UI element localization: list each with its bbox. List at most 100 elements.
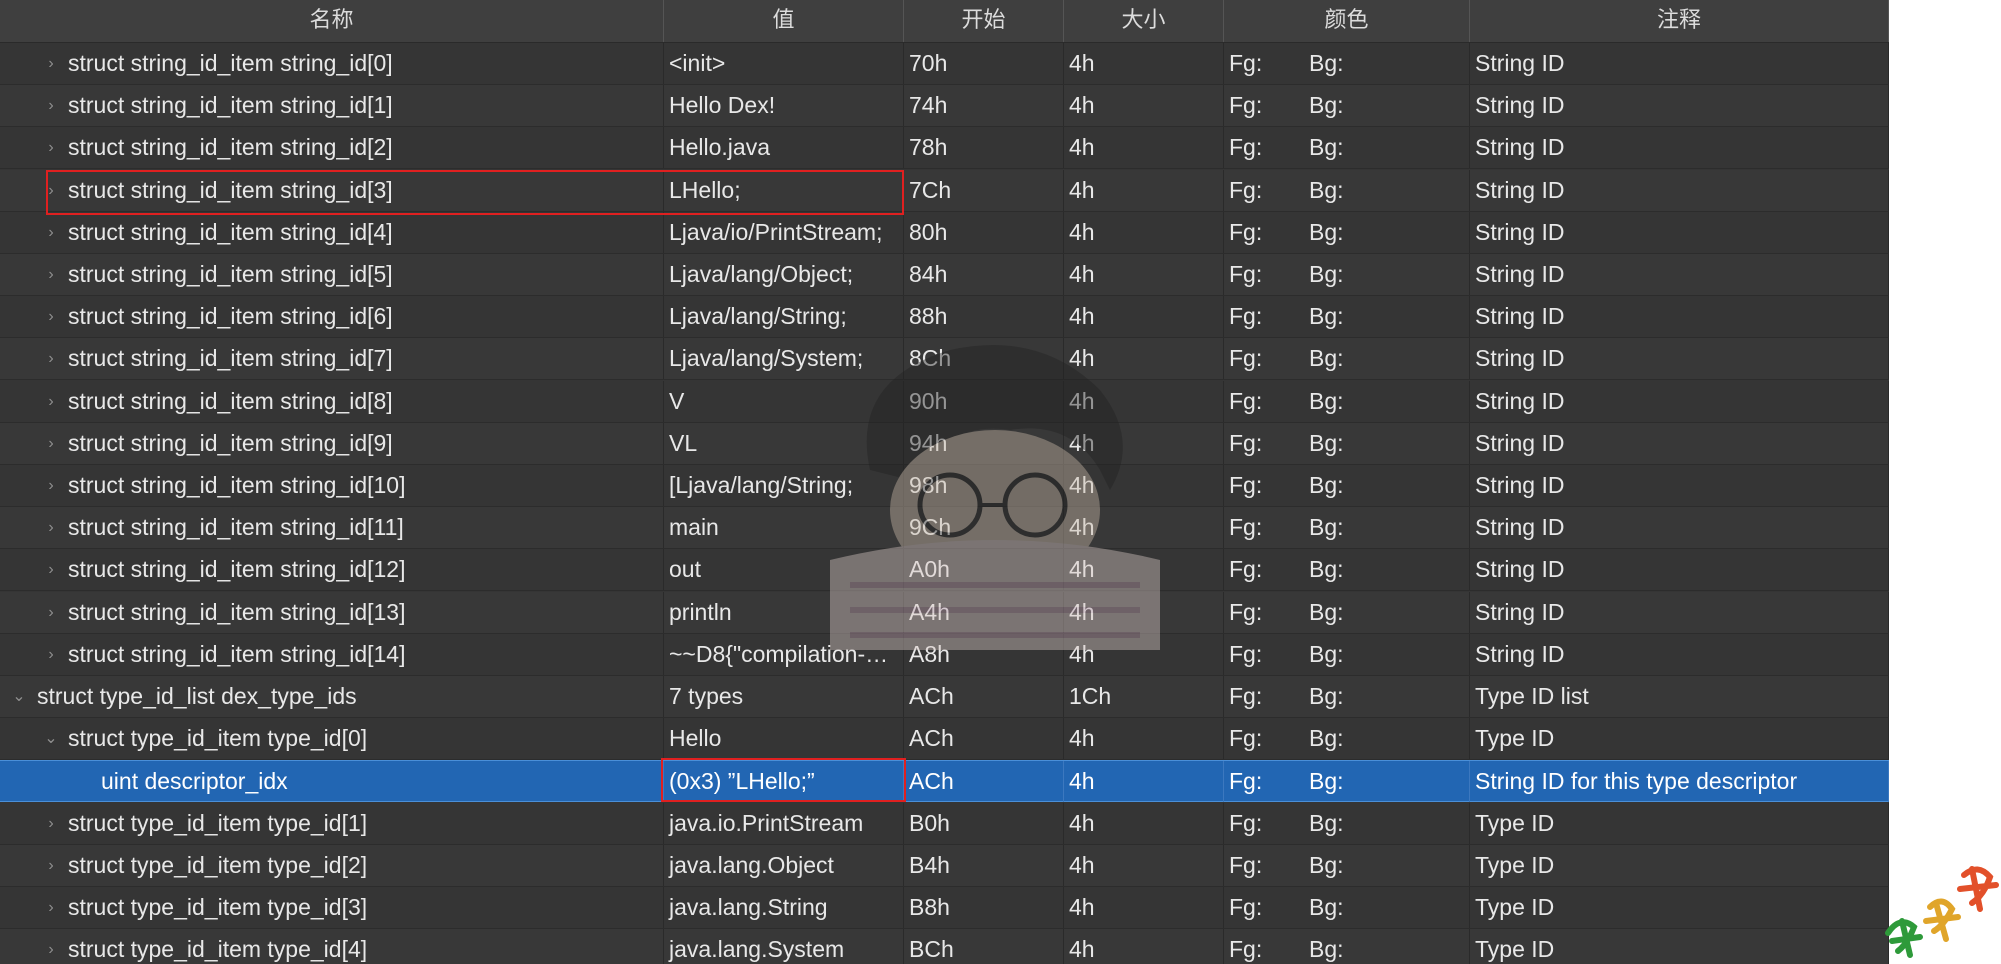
name-cell: › struct type_id_item type_id[4] — [0, 929, 664, 964]
start-cell: 8Ch — [904, 338, 1064, 380]
tree-row[interactable]: › struct type_id_item type_id[1] java.io.P… — [0, 802, 1889, 845]
start-cell: 94h — [904, 422, 1064, 464]
name-cell: › struct string_id_item string_id[3] — [0, 169, 664, 211]
template-results-panel: 名称 值 开始 大小 颜色 注释 › struct string_id_item … — [0, 0, 1889, 964]
start-cell: 84h — [904, 254, 1064, 295]
tree-row[interactable]: › struct type_id_item type_id[2] java.lang… — [0, 844, 1889, 887]
size-cell: 1Ch — [1064, 676, 1224, 717]
comment-cell: String ID — [1470, 380, 1889, 422]
expand-chevron-right-icon[interactable]: › — [44, 423, 58, 464]
column-header-size[interactable]: 大小 — [1064, 0, 1224, 42]
bg-color-cell: Bg: — [1304, 85, 1470, 127]
size-cell: 4h — [1064, 591, 1224, 633]
value-cell: Ljava/lang/String; — [664, 296, 904, 338]
tree-row[interactable]: › struct string_id_item string_id[6] Ljava… — [0, 296, 1889, 339]
tree-row[interactable]: › struct string_id_item string_id[7] Ljava… — [0, 338, 1889, 381]
column-header-comment[interactable]: 注释 — [1470, 0, 1889, 42]
name-cell: › struct string_id_item string_id[10] — [0, 465, 664, 506]
size-cell: 4h — [1064, 887, 1224, 928]
tree-row[interactable]: › struct string_id_item string_id[9] VL 94h… — [0, 422, 1889, 465]
tree-row[interactable]: › struct type_id_item type_id[4] java.lang… — [0, 929, 1889, 964]
tree-row[interactable]: › struct string_id_item string_id[13] prin… — [0, 591, 1889, 634]
comment-cell: Type ID — [1470, 929, 1889, 964]
expand-chevron-right-icon[interactable]: › — [44, 803, 58, 844]
bg-color-cell: Bg: — [1304, 591, 1470, 633]
expand-chevron-right-icon[interactable]: › — [44, 634, 58, 675]
expand-chevron-right-icon[interactable]: › — [44, 507, 58, 548]
tree-row[interactable]: ⌄ struct type_id_list dex_type_ids 7 types… — [0, 676, 1889, 718]
tree-row[interactable]: › struct string_id_item string_id[1] Hello… — [0, 85, 1889, 128]
name-cell: › struct string_id_item string_id[11] — [0, 507, 664, 549]
tree-row[interactable]: › struct string_id_item string_id[0] <init… — [0, 43, 1889, 85]
size-cell: 4h — [1064, 761, 1224, 803]
size-cell: 4h — [1064, 254, 1224, 295]
comment-cell: String ID — [1470, 591, 1889, 633]
tree-row[interactable]: › struct string_id_item string_id[11] main… — [0, 507, 1889, 550]
name-cell: ⌄ struct type_id_item type_id[0] — [0, 718, 664, 760]
expand-chevron-down-icon[interactable]: ⌄ — [44, 718, 58, 759]
size-cell: 4h — [1064, 507, 1224, 549]
fg-color-cell: Fg: — [1229, 768, 1263, 795]
expand-chevron-right-icon[interactable]: › — [44, 465, 58, 506]
name-text: struct string_id_item string_id[12] — [68, 556, 406, 583]
expand-chevron-right-icon[interactable]: › — [44, 212, 58, 253]
name-text: struct string_id_item string_id[2] — [68, 134, 393, 161]
expand-chevron-right-icon[interactable]: › — [44, 845, 58, 886]
tree-row[interactable]: › struct type_id_item type_id[3] java.lang… — [0, 887, 1889, 929]
name-cell: › struct string_id_item string_id[6] — [0, 296, 664, 338]
value-cell: 7 types — [664, 676, 904, 717]
expand-chevron-right-icon[interactable]: › — [44, 338, 58, 379]
name-cell: › struct type_id_item type_id[2] — [0, 844, 664, 886]
fg-color-cell: Fg: — [1229, 936, 1263, 963]
bg-color-cell: Bg: — [1304, 43, 1470, 84]
column-header-start[interactable]: 开始 — [904, 0, 1064, 42]
expand-chevron-right-icon[interactable]: › — [44, 381, 58, 422]
expand-chevron-right-icon[interactable]: › — [44, 85, 58, 126]
column-header-value[interactable]: 值 — [664, 0, 904, 42]
expand-chevron-right-icon[interactable]: › — [44, 170, 58, 211]
tree-row[interactable]: › struct string_id_item string_id[10] [Lja… — [0, 465, 1889, 507]
tree-row-selected[interactable]: uint descriptor_idx (0x3) ”LHello;” ACh 4h F… — [0, 760, 1889, 803]
column-header-name[interactable]: 名称 — [0, 0, 664, 42]
expand-chevron-right-icon[interactable]: › — [44, 254, 58, 295]
name-cell: › struct type_id_item type_id[1] — [0, 802, 664, 844]
expand-chevron-down-icon[interactable]: ⌄ — [12, 676, 26, 717]
tree-row[interactable]: › struct string_id_item string_id[14] ~~D8… — [0, 633, 1889, 676]
value-cell: Hello — [664, 718, 904, 760]
name-text: struct string_id_item string_id[11] — [68, 514, 404, 541]
tree-row[interactable]: › struct string_id_item string_id[3] LHell… — [0, 169, 1889, 212]
tree-row[interactable]: › struct string_id_item string_id[2] Hello… — [0, 127, 1889, 170]
value-cell: Ljava/io/PrintStream; — [664, 211, 904, 253]
start-cell: B4h — [904, 844, 1064, 886]
expand-chevron-right-icon[interactable]: › — [44, 592, 58, 633]
expand-chevron-right-icon[interactable]: › — [44, 549, 58, 590]
comment-cell: String ID — [1470, 296, 1889, 338]
value-cell: VL — [664, 422, 904, 464]
fg-color-cell: Fg: — [1229, 851, 1263, 878]
value-cell: out — [664, 549, 904, 591]
tree-row[interactable]: › struct string_id_item string_id[5] Ljava… — [0, 254, 1889, 296]
tree-row[interactable]: › struct string_id_item string_id[12] out A… — [0, 549, 1889, 592]
name-cell: › struct string_id_item string_id[9] — [0, 422, 664, 464]
expand-chevron-right-icon[interactable]: › — [44, 887, 58, 928]
tree-row[interactable]: › struct string_id_item string_id[8] V 90h 4… — [0, 380, 1889, 423]
comment-cell: Type ID list — [1470, 676, 1889, 717]
expand-chevron-right-icon[interactable]: › — [44, 929, 58, 964]
size-cell: 4h — [1064, 718, 1224, 760]
expand-chevron-right-icon[interactable]: › — [44, 127, 58, 168]
value-cell: ~~D8{"compilation-mode" — [664, 633, 904, 675]
comment-cell: String ID for this type descriptor — [1470, 761, 1889, 803]
tree-row[interactable]: ⌄ struct type_id_item type_id[0] Hello ACh 4… — [0, 718, 1889, 761]
column-header-color[interactable]: 颜色 — [1224, 0, 1470, 42]
value-cell: [Ljava/lang/String; — [664, 465, 904, 506]
comment-cell: String ID — [1470, 465, 1889, 506]
start-cell: A0h — [904, 549, 1064, 591]
expand-chevron-right-icon[interactable]: › — [44, 296, 58, 337]
name-text: struct type_id_item type_id[0] — [68, 725, 368, 752]
name-text: struct type_id_item type_id[3] — [68, 894, 368, 920]
comment-cell: String ID — [1470, 549, 1889, 591]
start-cell: ACh — [904, 718, 1064, 760]
value-cell: java.lang.Object — [664, 844, 904, 886]
expand-chevron-right-icon[interactable]: › — [44, 43, 58, 84]
tree-row[interactable]: › struct string_id_item string_id[4] Ljava… — [0, 211, 1889, 254]
